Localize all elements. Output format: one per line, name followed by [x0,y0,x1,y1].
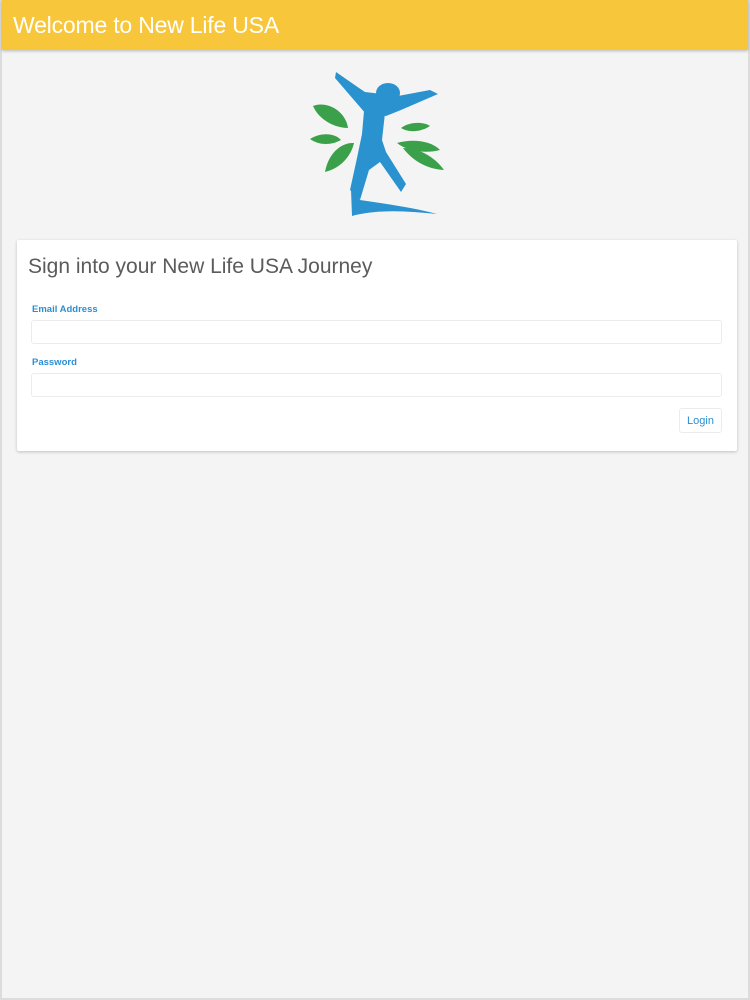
email-label: Email Address [32,304,98,315]
app-title: Welcome to New Life USA [13,12,279,38]
login-card: Sign into your New Life USA Journey Emai… [17,240,737,451]
email-input[interactable] [31,320,722,344]
password-label: Password [32,357,77,368]
new-life-logo [302,66,452,224]
person-with-leaves-logo-icon [310,72,444,216]
login-card-title: Sign into your New Life USA Journey [28,255,373,278]
login-button[interactable]: Login [679,408,722,433]
password-input[interactable] [31,373,722,397]
app-header: Welcome to New Life USA [2,0,748,50]
